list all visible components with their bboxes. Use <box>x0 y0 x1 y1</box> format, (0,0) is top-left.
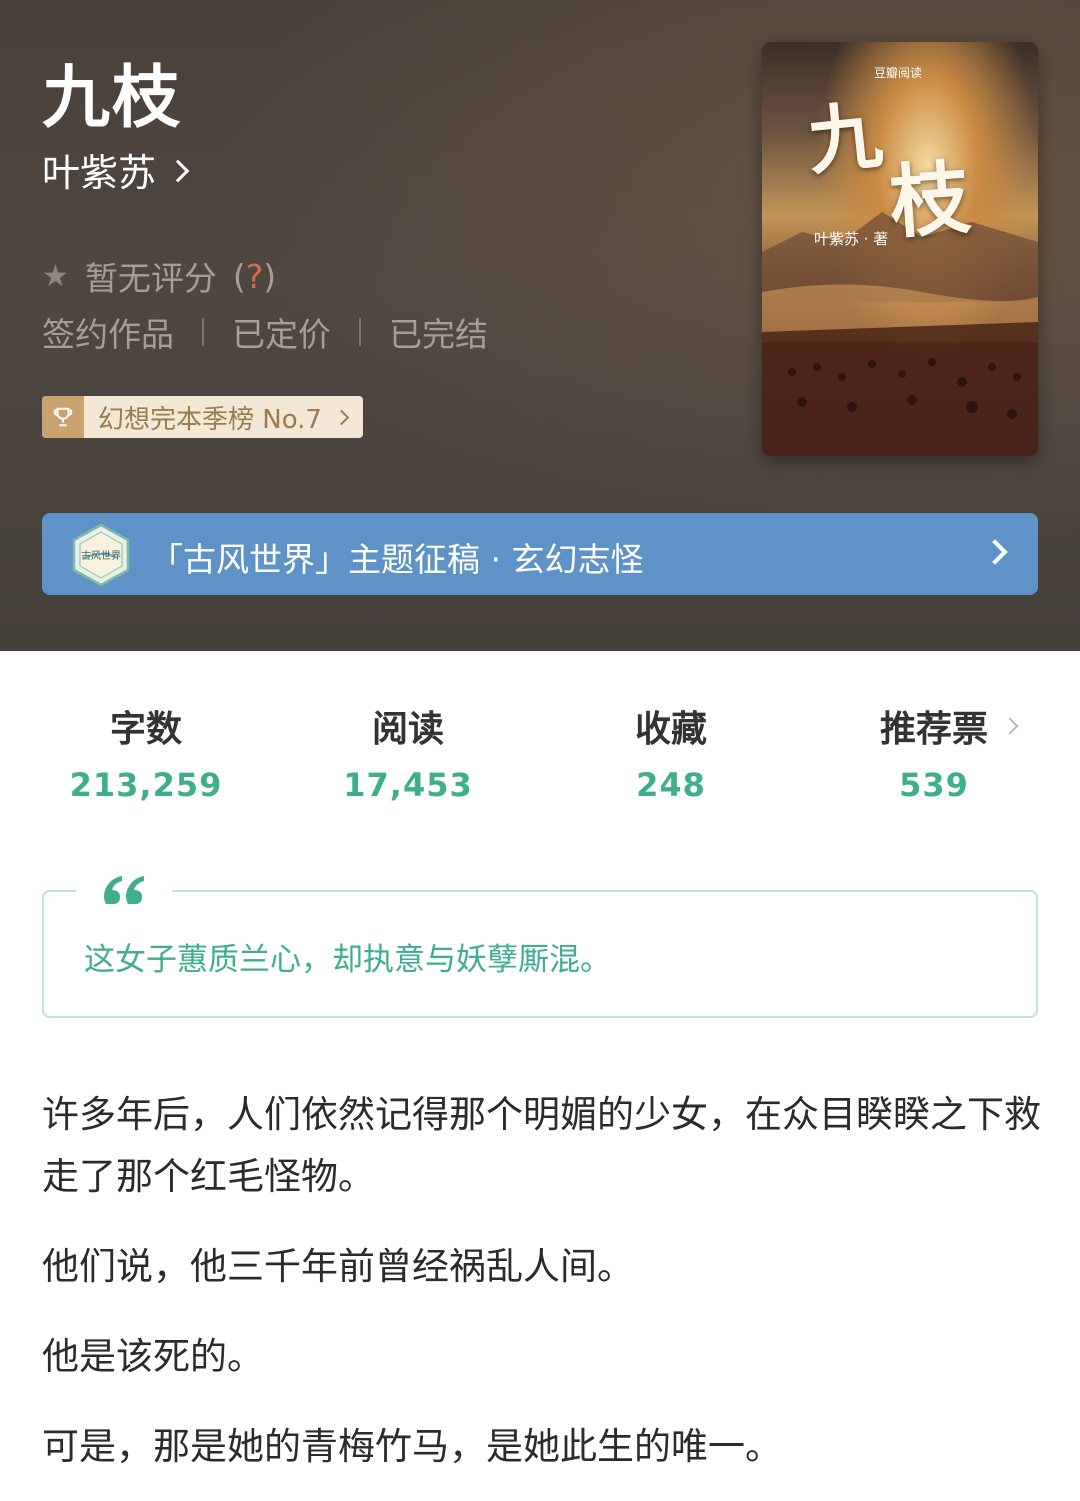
description-paragraph: 可是，那是她的青梅竹马，是她此生的唯一。 <box>42 1425 782 1468</box>
book-cover[interactable]: 豆瓣阅读 九 枝 叶紫苏 · 著 <box>762 42 1038 456</box>
rank-text: 幻想完本季榜 No.7 <box>98 404 322 435</box>
stat-word-count: 字数 213,259 <box>16 700 276 804</box>
trophy-icon <box>42 396 84 438</box>
stat-value: 213,259 <box>69 766 223 804</box>
stats-row: 字数 213,259 阅读 17,453 收藏 248 推荐票 539 <box>0 700 1080 820</box>
tag-signed: 签约作品 <box>42 315 174 354</box>
stat-value: 17,453 <box>343 766 473 804</box>
stat-value: 248 <box>636 766 706 804</box>
chevron-right-icon <box>333 409 350 425</box>
cover-brand: 豆瓣阅读 <box>874 66 923 80</box>
book-tags: 签约作品 已定价 已完结 <box>42 308 488 356</box>
stat-recommend-votes[interactable]: 推荐票 539 <box>804 700 1064 804</box>
cover-title-char-2: 枝 <box>886 150 974 250</box>
stat-label: 字数 <box>109 709 182 750</box>
cover-author: 叶紫苏 · 著 <box>814 230 889 248</box>
author-link[interactable]: 叶紫苏 <box>42 142 190 197</box>
quote-box: 这女子蕙质兰心，却执意与妖孽厮混。 <box>42 870 1038 1018</box>
rating-text: 暂无评分 <box>84 259 217 298</box>
author-name: 叶紫苏 <box>42 151 157 195</box>
stat-label: 阅读 <box>371 709 444 750</box>
tag-completed: 已完结 <box>389 315 488 354</box>
stat-label: 推荐票 <box>879 709 988 750</box>
description-paragraph: 他是该死的。 <box>42 1335 264 1378</box>
rank-badge[interactable]: 幻想完本季榜 No.7 <box>42 396 363 438</box>
divider <box>359 318 361 346</box>
book-header: 九枝 叶紫苏 ★ 暂无评分 (?) 签约作品 已定价 已完结 幻想完本季榜 No… <box>0 0 1080 651</box>
quote-text: 这女子蕙质兰心，却执意与妖孽厮混。 <box>84 942 611 978</box>
star-icon: ★ <box>42 258 69 294</box>
chevron-right-icon <box>166 159 190 182</box>
stat-favorites: 收藏 248 <box>541 700 801 804</box>
stat-value: 539 <box>899 766 969 804</box>
stat-reads: 阅读 17,453 <box>278 700 538 804</box>
rating-row: ★ 暂无评分 (?) <box>42 252 276 300</box>
divider <box>202 318 204 346</box>
event-badge-icon: 古风世界 <box>72 523 130 587</box>
stat-label: 收藏 <box>634 709 707 750</box>
svg-text:古风世界: 古风世界 <box>81 549 121 562</box>
book-title: 九枝 <box>42 59 183 138</box>
tag-priced: 已定价 <box>232 315 331 354</box>
quote-icon <box>76 870 172 910</box>
chevron-right-icon <box>982 539 1008 565</box>
event-banner[interactable]: 古风世界 「古风世界」主题征稿 · 玄幻志怪 <box>42 513 1038 595</box>
description-paragraph: 他们说，他三千年前曾经祸乱人间。 <box>42 1245 634 1288</box>
rating-help-button[interactable]: (?) <box>233 257 276 296</box>
description-paragraph: 许多年后，人们依然记得那个明媚的少女，在众目睽睽之下救走了那个红毛怪物。 <box>42 1093 1041 1198</box>
banner-text: 「古风世界」主题征稿 · 玄幻志怪 <box>150 540 644 579</box>
cover-title-char-1: 九 <box>803 92 887 186</box>
